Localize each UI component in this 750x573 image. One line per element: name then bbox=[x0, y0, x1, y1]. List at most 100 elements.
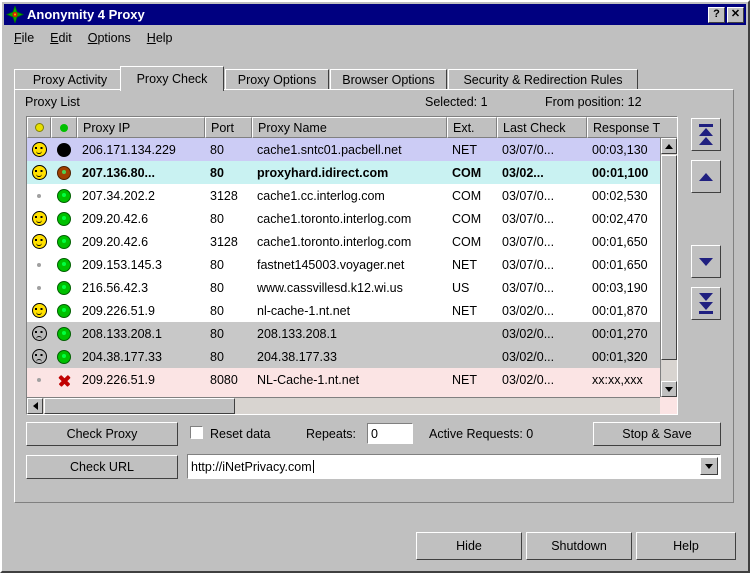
cell-last-check: 03/07/0... bbox=[502, 257, 555, 272]
cell-availability bbox=[51, 165, 77, 180]
table-body: 206.171.134.229 80 cache1.sntc01.pacbell.n… bbox=[27, 138, 677, 414]
scroll-up-button[interactable] bbox=[661, 138, 677, 154]
tab-browser-options[interactable]: Browser Options bbox=[330, 69, 447, 90]
col-header-proxy-name[interactable]: Proxy Name bbox=[252, 117, 447, 138]
proxy-list-group: Proxy List Selected: 1 From position: 12… bbox=[14, 89, 734, 503]
menu-item-file[interactable]: File bbox=[6, 29, 42, 47]
yellow-dot-icon bbox=[34, 123, 44, 132]
scroll-down-button[interactable] bbox=[661, 381, 677, 397]
vertical-scroll-thumb[interactable] bbox=[661, 155, 677, 360]
cell-port: 80 bbox=[210, 280, 224, 295]
proxy-table: Proxy IP Port Proxy Name Ext. Last Check… bbox=[26, 116, 678, 415]
cell-status bbox=[27, 142, 51, 157]
table-header-row: Proxy IP Port Proxy Name Ext. Last Check… bbox=[27, 117, 677, 138]
cell-ext: US bbox=[452, 280, 470, 295]
table-row[interactable]: 207.34.202.2 3128 cache1.cc.interlog.com CO… bbox=[27, 184, 677, 207]
tab-security-redirection-rules[interactable]: Security & Redirection Rules bbox=[448, 69, 638, 90]
black-status-icon bbox=[57, 142, 71, 157]
down-arrow-icon bbox=[699, 257, 713, 266]
repeats-input[interactable]: 0 bbox=[367, 423, 413, 444]
url-combobox[interactable]: http://iNetPrivacy.com bbox=[187, 454, 721, 479]
table-row[interactable]: 216.56.42.3 80 www.cassvillesd.k12.wi.us US… bbox=[27, 276, 677, 299]
check-url-button[interactable]: Check URL bbox=[26, 455, 178, 479]
cell-availability bbox=[51, 188, 77, 203]
cell-last-check: 03/07/0... bbox=[502, 280, 555, 295]
tab-proxy-activity[interactable]: Proxy Activity bbox=[14, 69, 126, 90]
chevron-down-icon bbox=[705, 463, 713, 469]
cell-proxy-ip: 207.136.80... bbox=[82, 165, 155, 180]
menu-item-edit[interactable]: Edit bbox=[42, 29, 80, 47]
table-row[interactable]: 209.226.51.9 8080 NL-Cache-1.nt.net NET 03/0… bbox=[27, 368, 677, 391]
scroll-left-button[interactable] bbox=[27, 398, 43, 414]
help-footer-button[interactable]: Help bbox=[636, 532, 736, 560]
table-row[interactable]: 207.136.80... 80 proxyhard.idirect.com COM 0… bbox=[27, 161, 677, 184]
horizontal-scroll-thumb[interactable] bbox=[44, 398, 235, 414]
cell-proxy-ip: 209.20.42.6 bbox=[82, 211, 149, 226]
orange-status-icon bbox=[57, 165, 71, 180]
tab-proxy-check[interactable]: Proxy Check bbox=[120, 66, 224, 91]
shutdown-button[interactable]: Shutdown bbox=[526, 532, 632, 560]
bottom-bar-icon bbox=[699, 311, 713, 314]
cell-ext: NET bbox=[452, 257, 477, 272]
url-dropdown-button[interactable] bbox=[700, 457, 718, 475]
cell-availability bbox=[51, 234, 77, 249]
cell-port: 80 bbox=[210, 142, 224, 157]
move-to-bottom-button[interactable] bbox=[691, 287, 721, 320]
cell-status bbox=[27, 262, 51, 267]
cell-last-check: 03/02/0... bbox=[502, 372, 555, 387]
table-vertical-scrollbar[interactable] bbox=[660, 138, 677, 397]
col-header-response-time[interactable]: Response T bbox=[587, 117, 677, 138]
table-row[interactable]: 209.20.42.6 3128 cache1.toronto.interlog.c… bbox=[27, 230, 677, 253]
cell-port: 3128 bbox=[210, 188, 238, 203]
up-arrow-icon bbox=[664, 143, 673, 149]
cell-proxy-name: cache1.sntc01.pacbell.net bbox=[257, 142, 402, 157]
col-header-last-check[interactable]: Last Check bbox=[497, 117, 587, 138]
menu-help-rest: elp bbox=[155, 31, 173, 45]
menu-item-options[interactable]: Options bbox=[80, 29, 139, 47]
col-header-availability[interactable] bbox=[51, 117, 77, 138]
check-proxy-button[interactable]: Check Proxy bbox=[26, 422, 178, 446]
cell-port: 80 bbox=[210, 303, 224, 318]
col-header-ext[interactable]: Ext. bbox=[447, 117, 497, 138]
small-dot-icon bbox=[37, 285, 41, 290]
cell-status bbox=[27, 303, 51, 318]
cell-availability bbox=[51, 303, 77, 318]
table-row[interactable]: 209.20.42.6 80 cache1.toronto.interlog.com… bbox=[27, 207, 677, 230]
cell-port: 8080 bbox=[210, 372, 238, 387]
menu-item-help[interactable]: Help bbox=[139, 29, 181, 47]
cell-port: 80 bbox=[210, 211, 224, 226]
cell-status bbox=[27, 349, 51, 364]
menu-edit-rest: dit bbox=[58, 31, 72, 45]
double-down-arrow-icon-2 bbox=[699, 302, 713, 310]
move-to-top-button[interactable] bbox=[691, 118, 721, 151]
hide-button[interactable]: Hide bbox=[416, 532, 522, 560]
cell-proxy-ip: 209.226.51.9 bbox=[82, 303, 155, 318]
col-header-proxy-ip[interactable]: Proxy IP bbox=[77, 117, 205, 138]
green-dot-icon bbox=[60, 123, 68, 132]
col-header-status[interactable] bbox=[27, 117, 51, 138]
table-horizontal-scrollbar[interactable] bbox=[27, 397, 660, 414]
happy-face-icon bbox=[31, 303, 47, 318]
stop-and-save-button[interactable]: Stop & Save bbox=[593, 422, 721, 446]
cell-port: 80 bbox=[210, 349, 224, 364]
cell-proxy-ip: 208.133.208.1 bbox=[82, 326, 162, 341]
cell-proxy-ip: 204.38.177.33 bbox=[82, 349, 162, 364]
close-button[interactable]: ✕ bbox=[727, 6, 744, 23]
col-header-port[interactable]: Port bbox=[205, 117, 252, 138]
sad-face-icon bbox=[31, 349, 47, 364]
reset-data-checkbox[interactable] bbox=[190, 426, 203, 439]
title-bar: Anonymity 4 Proxy ? ✕ bbox=[4, 4, 746, 25]
table-row[interactable]: 209.153.145.3 80 fastnet145003.voyager.net… bbox=[27, 253, 677, 276]
table-row[interactable]: 204.38.177.33 80 204.38.177.33 03/02/0... 00… bbox=[27, 345, 677, 368]
move-up-button[interactable] bbox=[691, 160, 721, 193]
move-down-button[interactable] bbox=[691, 245, 721, 278]
tab-proxy-options[interactable]: Proxy Options bbox=[225, 69, 329, 90]
table-row[interactable]: 209.226.51.9 80 nl-cache-1.nt.net NET 03/02/… bbox=[27, 299, 677, 322]
cell-port: 80 bbox=[210, 326, 224, 341]
happy-face-icon bbox=[31, 142, 47, 157]
table-row[interactable]: 206.171.134.229 80 cache1.sntc01.pacbell.n… bbox=[27, 138, 677, 161]
help-button[interactable]: ? bbox=[708, 6, 725, 23]
cell-proxy-ip: 209.20.42.6 bbox=[82, 234, 149, 249]
green-status-icon bbox=[57, 280, 71, 295]
table-row[interactable]: 208.133.208.1 80 208.133.208.1 03/02/0... 00… bbox=[27, 322, 677, 345]
